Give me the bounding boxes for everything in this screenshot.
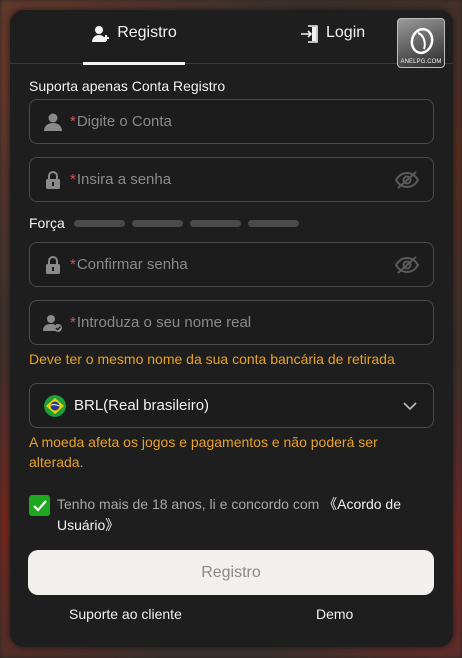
password-input[interactable] — [76, 158, 394, 201]
currency-select[interactable]: BRL(Real brasileiro) — [29, 383, 434, 428]
user-verified-icon — [43, 314, 62, 332]
lock-icon — [46, 170, 60, 189]
required-mark: * — [70, 113, 76, 130]
login-door-icon — [301, 25, 318, 43]
register-submit-button[interactable]: Registro — [28, 550, 434, 595]
section-title: Suporta apenas Conta Registro — [29, 78, 226, 94]
password-field[interactable]: * — [29, 157, 434, 202]
strength-segment — [247, 219, 299, 227]
tab-active-indicator — [83, 62, 185, 65]
strength-segment — [189, 219, 241, 227]
user-icon — [44, 113, 62, 131]
logo-emblem-icon — [410, 27, 434, 55]
confirm-password-input[interactable] — [76, 243, 394, 286]
confirm-password-field[interactable]: * — [29, 242, 434, 287]
site-logo: ANELPG.COM — [397, 18, 445, 68]
password-strength: Força — [29, 215, 306, 231]
terms-text: Tenho mais de 18 anos, li e concordo com… — [57, 494, 429, 536]
required-mark: * — [70, 256, 76, 273]
account-input[interactable] — [76, 100, 433, 143]
customer-support-link[interactable]: Suporte ao cliente — [69, 606, 182, 622]
terms-agreement: Tenho mais de 18 anos, li e concordo com… — [29, 494, 429, 536]
required-mark: * — [70, 171, 76, 188]
real-name-hint: Deve ter o mesmo nome da sua conta bancá… — [29, 351, 395, 367]
register-modal: Registro Login ANELPG.COM Suporta apenas… — [10, 10, 453, 647]
demo-link[interactable]: Demo — [316, 606, 353, 622]
logo-text: ANELPG.COM — [400, 59, 442, 65]
tab-register-label: Registro — [117, 24, 177, 41]
auth-tabs: Registro Login — [10, 10, 453, 65]
real-name-input[interactable] — [76, 301, 433, 344]
tab-register[interactable]: Registro — [83, 24, 185, 65]
real-name-field[interactable]: * — [29, 300, 434, 345]
lock-icon — [46, 255, 60, 274]
eye-closed-icon[interactable] — [394, 170, 420, 190]
currency-value: BRL(Real brasileiro) — [74, 397, 210, 414]
tab-login[interactable]: Login — [300, 24, 365, 64]
check-icon — [33, 500, 47, 512]
account-field[interactable]: * — [29, 99, 434, 144]
terms-statement: Tenho mais de 18 anos, li e concordo com — [57, 496, 324, 512]
add-user-icon — [92, 26, 110, 42]
brazil-flag-icon — [44, 394, 66, 417]
tab-login-label: Login — [326, 24, 366, 41]
chevron-down-icon — [403, 401, 417, 410]
currency-hint: A moeda afeta os jogos e pagamentos e nã… — [29, 434, 378, 470]
strength-segment — [131, 219, 183, 227]
eye-closed-icon[interactable] — [394, 255, 420, 275]
strength-segment — [73, 219, 125, 227]
required-mark: * — [70, 314, 76, 331]
strength-label: Força — [29, 215, 65, 231]
terms-checkbox[interactable] — [29, 495, 50, 516]
